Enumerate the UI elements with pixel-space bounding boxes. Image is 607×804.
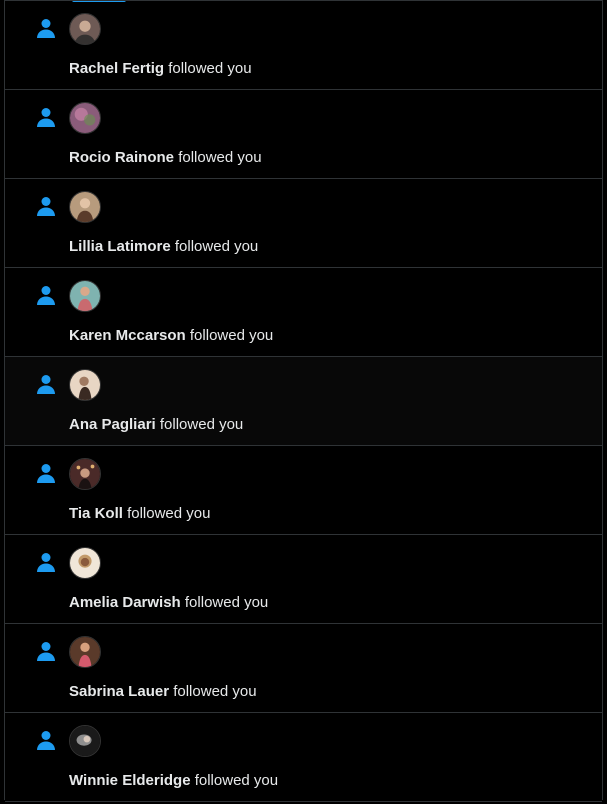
notification-text: Rocio Rainone followed you [69,149,262,167]
person-follow-icon [37,375,55,394]
notification-row[interactable]: Winnie Elderidge followed you [5,713,602,802]
avatar[interactable] [69,369,101,401]
notifications-panel: Rachel Fertig followed you Rocio Rainone… [4,0,603,802]
notification-row[interactable]: Karen Mccarson followed you [5,268,602,357]
person-follow-icon [37,731,55,750]
user-name-link[interactable]: Tia Koll [69,505,123,522]
person-follow-icon [37,286,55,305]
avatar[interactable] [69,280,101,312]
avatar[interactable] [69,458,101,490]
person-follow-icon [37,553,55,572]
user-name-link[interactable]: Karen Mccarson [69,327,186,344]
user-name-link[interactable]: Sabrina Lauer [69,683,169,700]
notifications-feed: Rachel Fertig followed you Rocio Rainone… [5,0,602,802]
notification-text: Sabrina Lauer followed you [69,683,257,701]
avatar[interactable] [69,725,101,757]
notification-action: followed you [168,60,252,77]
notification-text: Amelia Darwish followed you [69,594,268,612]
notification-row[interactable]: Rocio Rainone followed you [5,90,602,179]
avatar-background [79,376,89,386]
notification-action: followed you [178,149,262,166]
avatar[interactable] [69,636,101,668]
user-name-link[interactable]: Amelia Darwish [69,594,181,611]
avatar[interactable] [69,13,101,45]
avatar[interactable] [69,191,101,223]
user-name-link[interactable]: Ana Pagliari [69,416,156,433]
notification-action: followed you [184,594,269,611]
notification-row[interactable]: Sabrina Lauer followed you [5,624,602,713]
person-follow-icon [37,464,55,483]
notification-row[interactable]: Lillia Latimore followed you [5,179,602,268]
user-name-link[interactable]: Winnie Elderidge [69,772,191,789]
notification-row[interactable]: Tia Koll followed you [5,446,602,535]
person-follow-icon [37,108,55,127]
notification-text: Tia Koll followed you [69,505,210,523]
notification-text: Karen Mccarson followed you [69,327,273,345]
notification-action: followed you [173,683,257,700]
avatar[interactable] [69,102,101,134]
notification-action: followed you [189,327,274,344]
notification-row[interactable]: Rachel Fertig followed you [5,0,602,90]
notification-action: followed you [174,238,259,255]
notification-action: followed you [127,505,211,522]
notification-text: Lillia Latimore followed you [69,238,258,256]
notification-row[interactable]: Amelia Darwish followed you [5,535,602,624]
person-follow-icon [37,197,55,216]
person-follow-icon [37,642,55,661]
notification-text: Winnie Elderidge followed you [69,772,278,790]
avatar[interactable] [69,547,101,579]
person-follow-icon [37,19,55,38]
user-name-link[interactable]: Lillia Latimore [69,238,171,255]
notification-action: followed you [159,416,244,433]
user-name-link[interactable]: Rocio Rainone [69,149,174,166]
notification-action: followed you [194,772,279,789]
user-name-link[interactable]: Rachel Fertig [69,60,164,77]
notification-row[interactable]: Ana Pagliari followed you [5,357,602,446]
notification-text: Rachel Fertig followed you [69,60,252,78]
notification-text: Ana Pagliari followed you [69,416,243,434]
